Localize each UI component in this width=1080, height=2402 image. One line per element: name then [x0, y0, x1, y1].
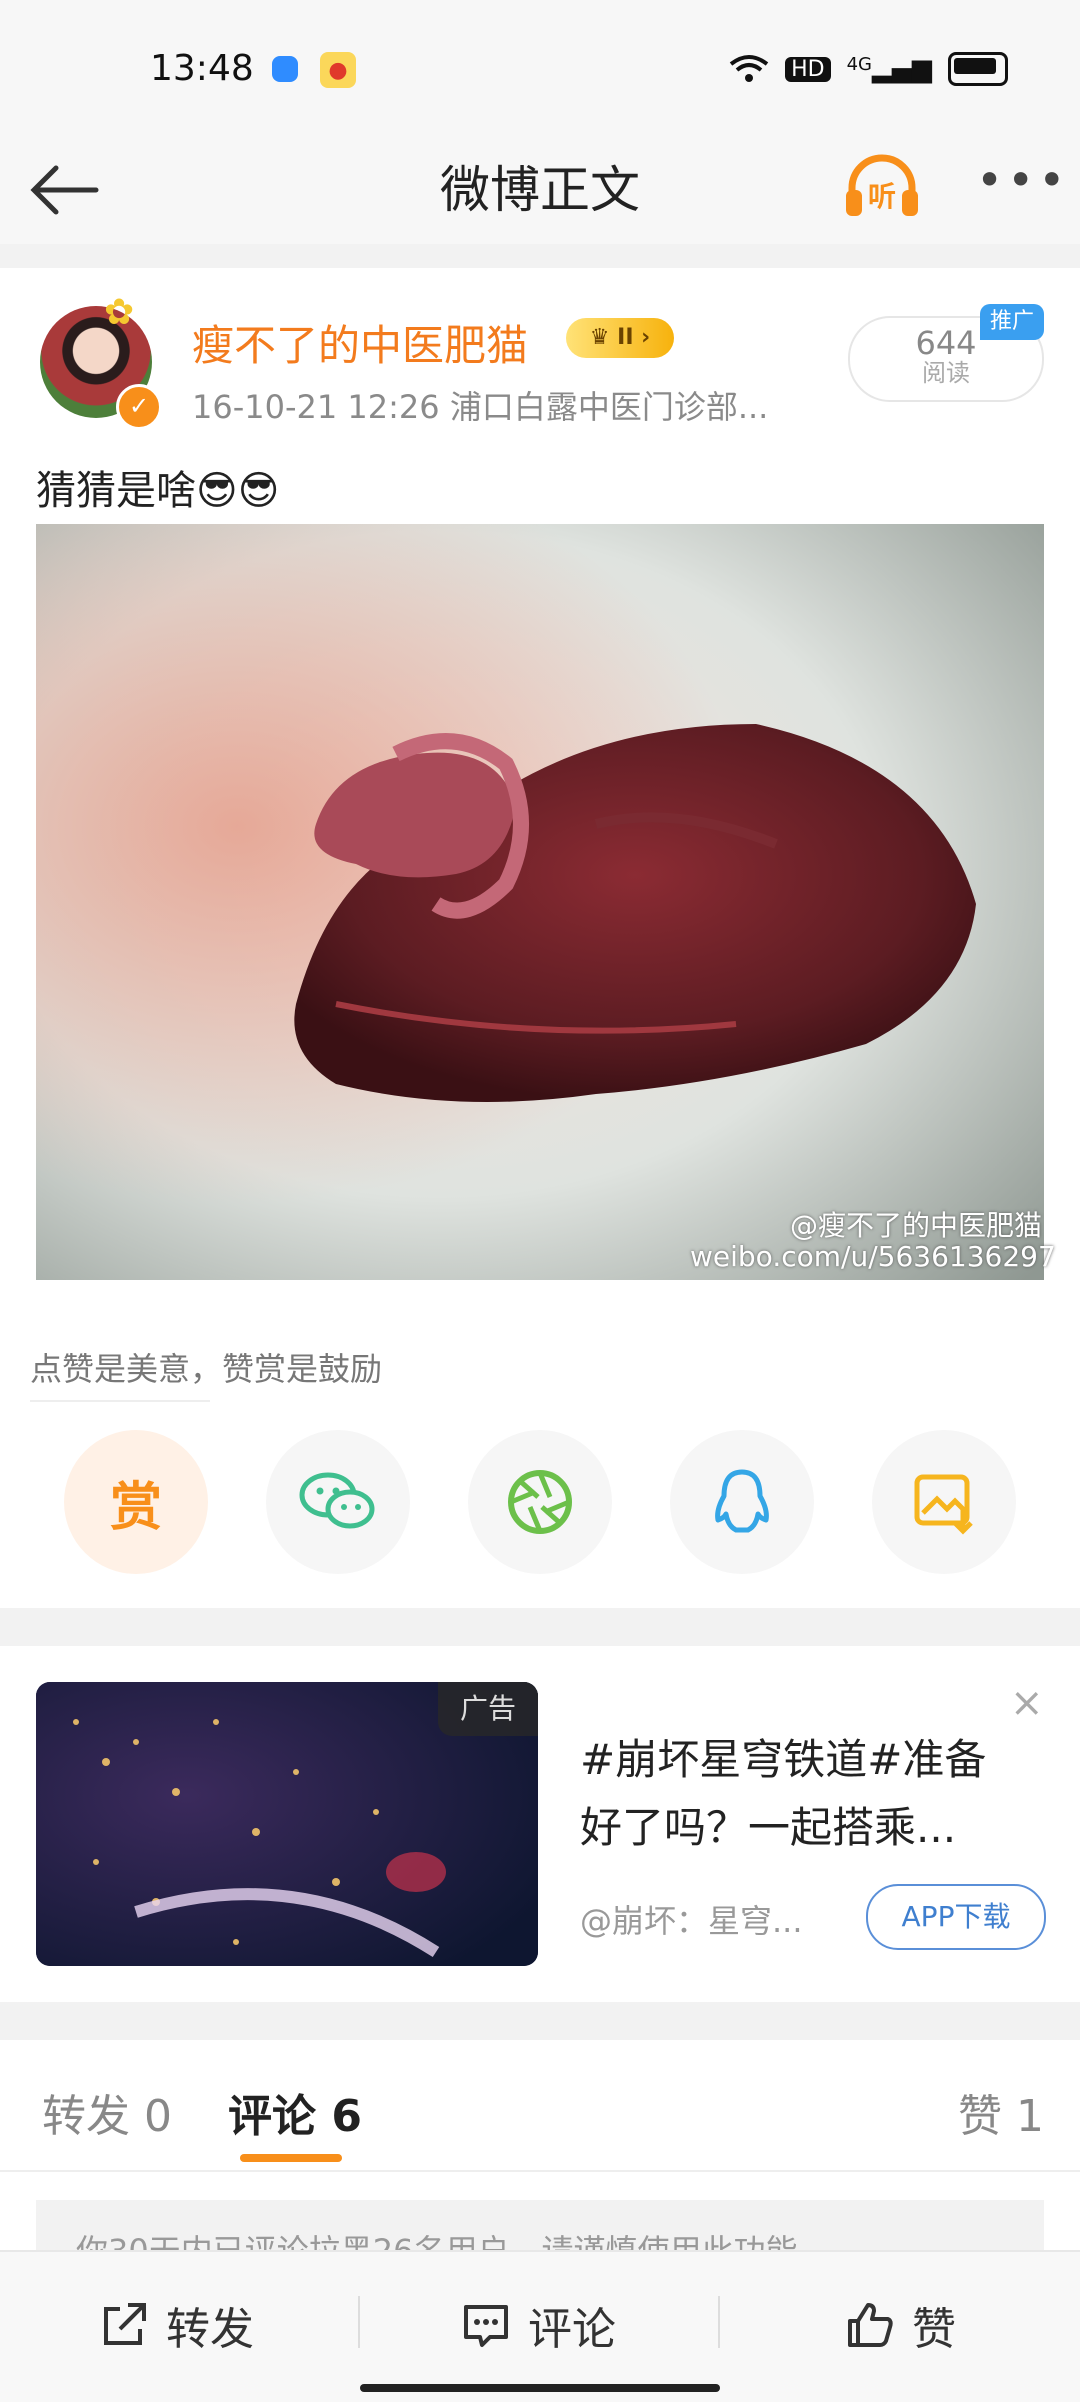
hd-icon: HD: [785, 56, 831, 82]
tabs-divider: [0, 2170, 1080, 2172]
share-qq-button[interactable]: [670, 1430, 814, 1574]
comment-icon: [464, 2305, 508, 2347]
status-icons: HD 4G▂▄▆: [729, 52, 1008, 86]
tab-reposts[interactable]: 转发 0: [42, 2080, 172, 2144]
save-image-button[interactable]: [872, 1430, 1016, 1574]
post-meta: 16-10-21 12:26 浦口白露中医门诊部...: [192, 388, 769, 426]
listen-label: 听: [868, 180, 896, 213]
ad-close-icon[interactable]: ×: [1010, 1680, 1044, 1726]
notification-app-icon: [272, 56, 298, 82]
reward-tip: 点赞是美意，赞赏是鼓励: [30, 1350, 383, 1388]
watermark-handle: @瘦不了的中医肥猫: [790, 1209, 1043, 1242]
tab-likes[interactable]: 赞 1: [958, 2080, 1044, 2144]
listen-button[interactable]: 听: [842, 148, 922, 228]
ad-source: @崩坏：星穹...: [580, 1902, 803, 1940]
qq-penguin-icon: [715, 1469, 769, 1533]
weibo-notification-icon: ●: [320, 52, 356, 88]
app-download-button[interactable]: APP下载: [866, 1884, 1046, 1950]
save-image-icon: [914, 1474, 973, 1535]
verified-badge-icon: ✓: [116, 384, 162, 430]
like-button[interactable]: 赞: [844, 2280, 956, 2370]
bottom-separator: [358, 2296, 360, 2348]
post-image-content: [36, 524, 1044, 1280]
avatar-decoration-icon: ✿: [104, 292, 135, 333]
more-options-icon[interactable]: •••: [976, 157, 1065, 220]
repost-icon: [104, 2303, 146, 2345]
repost-button[interactable]: 转发: [98, 2280, 254, 2370]
thumbs-up-icon: [848, 2303, 893, 2347]
signal-icon: 4G▂▄▆: [846, 54, 932, 84]
wechat-icon: [299, 1472, 375, 1529]
read-label: 阅读: [922, 359, 970, 387]
vip-crown-badge[interactable]: ♛ II ›: [566, 318, 674, 358]
username[interactable]: 瘦不了的中医肥猫: [192, 312, 528, 373]
home-indicator[interactable]: [360, 2384, 720, 2392]
repost-label: 转发: [166, 2304, 254, 2355]
vip-level: II: [617, 325, 634, 350]
status-time: 13:48: [150, 48, 254, 89]
battery-icon: [948, 52, 1008, 86]
headphones-icon: 听: [846, 154, 918, 216]
wifi-icon: [729, 55, 769, 82]
bottom-separator: [718, 2296, 720, 2348]
share-wechat-button[interactable]: [266, 1430, 410, 1574]
share-moments-button[interactable]: [468, 1430, 612, 1574]
ad-image[interactable]: 广告: [36, 1682, 538, 1966]
watermark-url: weibo.com/u/5636136297: [690, 1240, 1056, 1273]
like-label: 赞: [912, 2304, 956, 2355]
reward-button[interactable]: 赏: [64, 1430, 208, 1574]
tab-comments[interactable]: 评论 6: [228, 2080, 362, 2144]
post-text: 猜猜是啥😎😎: [36, 468, 280, 514]
aperture-icon: [508, 1470, 572, 1534]
ad-tag: 广告: [438, 1682, 538, 1736]
promo-tag[interactable]: 推广: [980, 304, 1044, 340]
reward-label: 赏: [109, 1477, 162, 1538]
ad-title[interactable]: #崩坏星穹铁道#准备好了吗？一起搭乘...: [580, 1726, 1020, 1862]
comment-label: 评论: [528, 2304, 616, 2355]
active-tab-indicator: [240, 2154, 342, 2162]
tip-divider: [30, 1400, 210, 1402]
comment-button[interactable]: 评论: [460, 2280, 616, 2370]
post-image[interactable]: [36, 524, 1044, 1280]
